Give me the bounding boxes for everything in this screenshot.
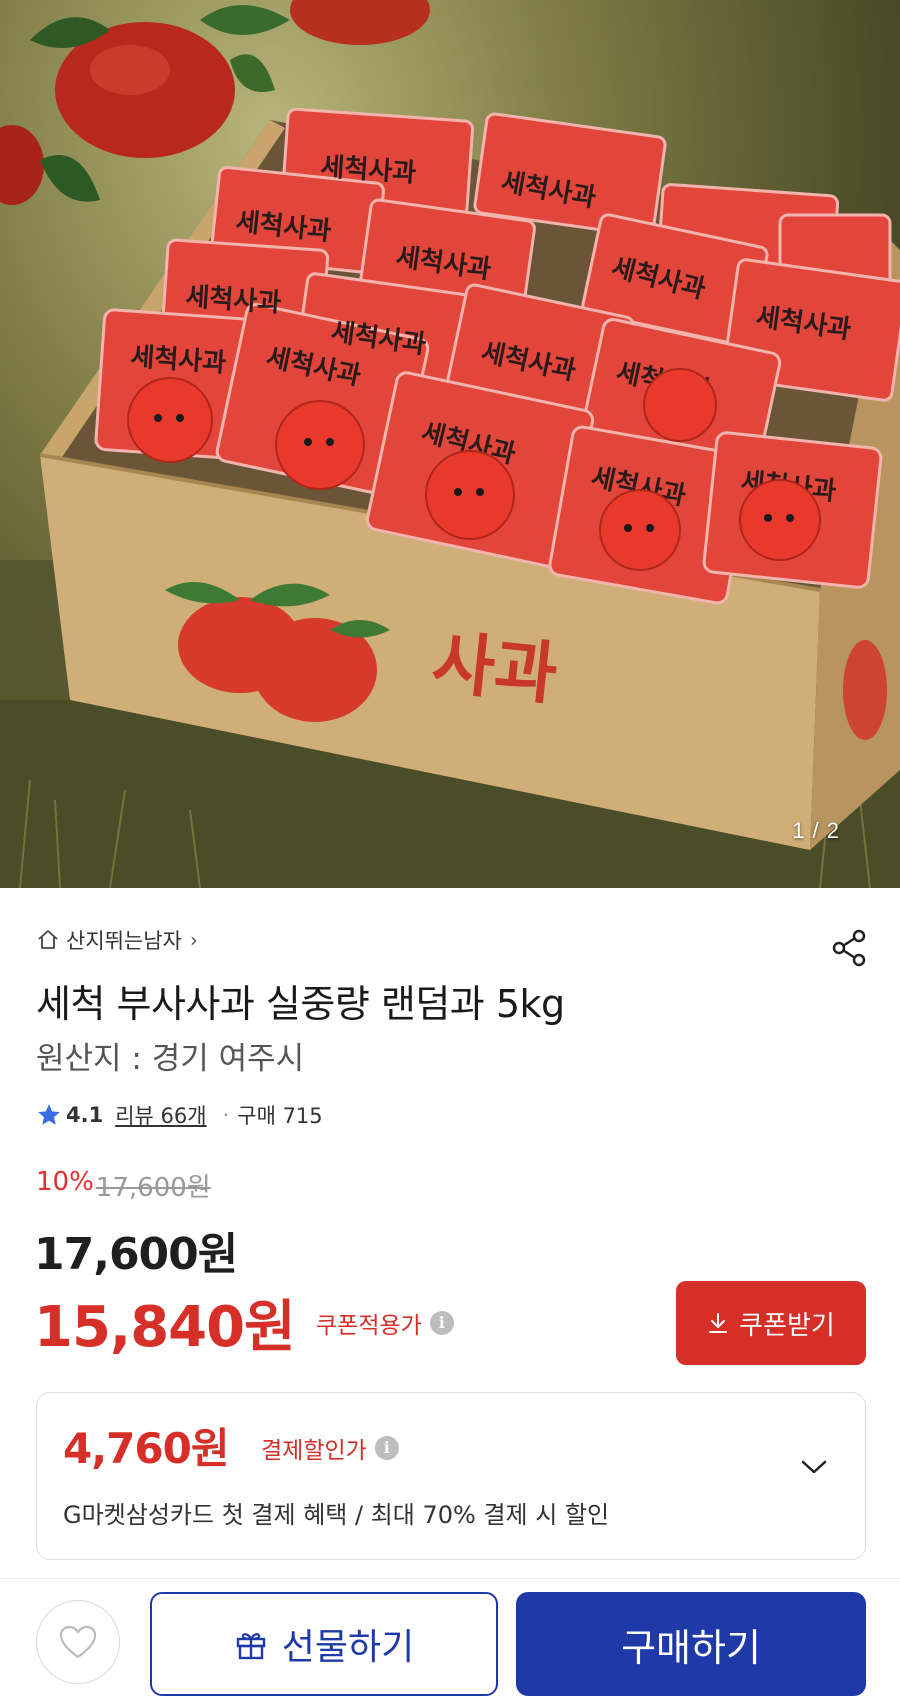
- image-counter: 1 / 2: [792, 818, 840, 843]
- coupon-label-text: 쿠폰적용가: [316, 1313, 422, 1339]
- bottom-bar-divider: [0, 1578, 900, 1579]
- buy-button[interactable]: 구매하기: [516, 1592, 866, 1696]
- payment-discount-price: 4,760원: [63, 1424, 229, 1473]
- separator: ·: [222, 1103, 230, 1127]
- coupon-price: 15,840원: [34, 1295, 296, 1360]
- product-photo: 사과 세척사과 세척사과 세척사과 세척사과 세척사과 세척사과 세척사과 세척…: [0, 0, 900, 888]
- rating-score: 4.1: [66, 1103, 104, 1127]
- get-coupon-button[interactable]: 쿠폰받기: [676, 1281, 866, 1365]
- box-label: 사과: [428, 623, 561, 715]
- purchase-count: 구매 715: [237, 1104, 323, 1128]
- discount-row: 10% 17,600원: [36, 1167, 211, 1204]
- store-name: 산지뛰는남자: [66, 929, 182, 953]
- chevron-down-icon[interactable]: [799, 1457, 829, 1477]
- review-link[interactable]: 리뷰 66개: [115, 1100, 206, 1130]
- sale-price: 17,600원: [34, 1229, 238, 1280]
- payment-discount-card[interactable]: 4,760원 결제할인가 i G마켓삼성카드 첫 결제 혜택 / 최대 70% …: [36, 1392, 866, 1560]
- home-icon: [38, 930, 58, 949]
- chevron-right-icon: ›: [189, 928, 198, 952]
- info-icon[interactable]: i: [374, 1436, 399, 1460]
- discount-rate: 10%: [36, 1167, 94, 1197]
- payment-label-text: 결제할인가: [261, 1438, 367, 1464]
- store-link[interactable]: 산지뛰는남자 ›: [36, 925, 198, 955]
- product-image-carousel[interactable]: 사과 세척사과 세척사과 세척사과 세척사과 세척사과 세척사과 세척사과 세척…: [0, 0, 900, 888]
- payment-benefit-description: G마켓삼성카드 첫 결제 혜택 / 최대 70% 결제 시 할인: [63, 1501, 610, 1529]
- payment-discount-label: 결제할인가 i: [261, 1431, 399, 1465]
- get-coupon-label: 쿠폰받기: [739, 1310, 835, 1341]
- gift-icon: [236, 1633, 265, 1660]
- heart-icon: [59, 1625, 97, 1659]
- info-icon[interactable]: i: [429, 1311, 454, 1335]
- gift-button[interactable]: 선물하기: [150, 1592, 498, 1696]
- wishlist-button[interactable]: [36, 1600, 120, 1684]
- star-icon: [38, 1104, 60, 1125]
- rating-row: 4.1 리뷰 66개 · 구매 715: [36, 1100, 323, 1130]
- download-icon: [709, 1313, 728, 1333]
- share-icon[interactable]: [830, 928, 868, 968]
- product-origin: 원산지 : 경기 여주시: [36, 1041, 305, 1077]
- product-title: 세척 부사사과 실중량 랜덤과 5kg: [36, 982, 565, 1026]
- coupon-price-label: 쿠폰적용가 i: [316, 1306, 454, 1340]
- gift-label: 선물하기: [281, 1627, 415, 1668]
- original-price: 17,600원: [95, 1173, 211, 1203]
